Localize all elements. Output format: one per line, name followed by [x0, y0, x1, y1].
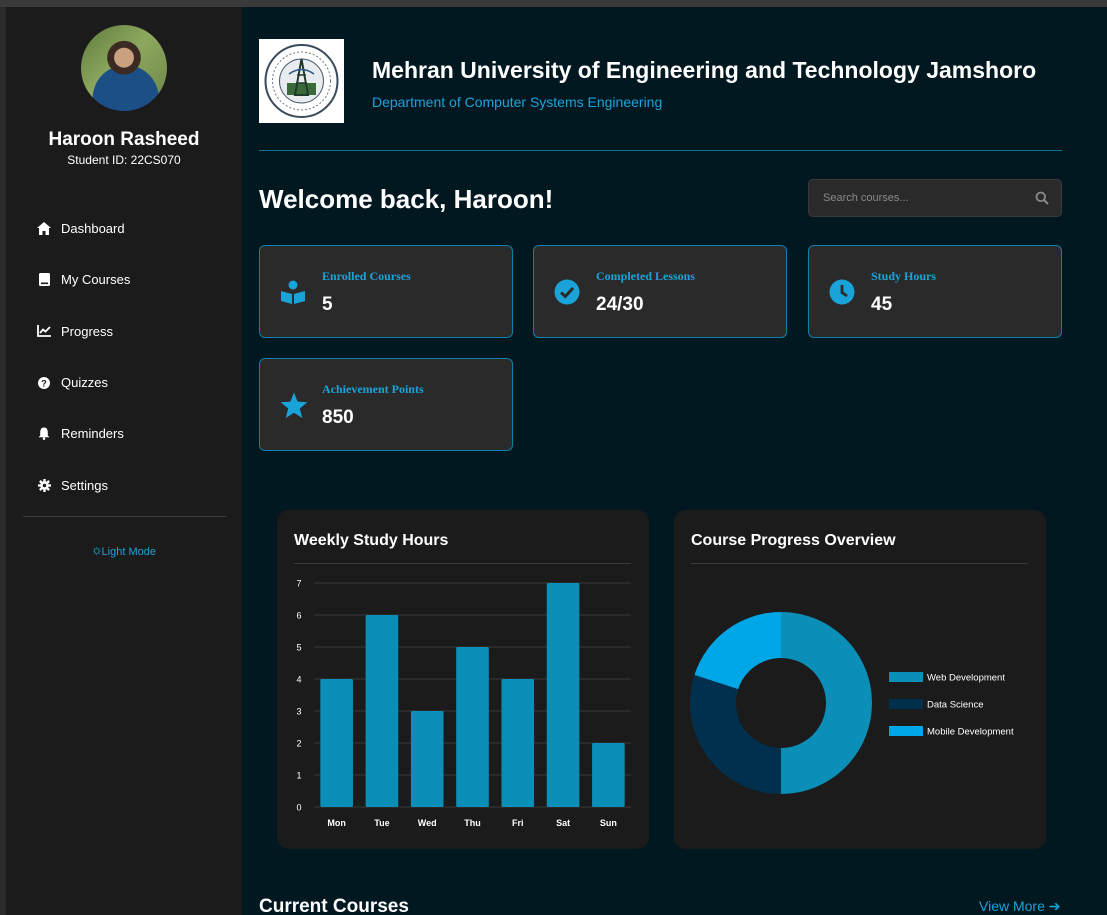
- legend-label: Data Science: [927, 700, 984, 711]
- window-top-bar: [0, 0, 1107, 7]
- x-tick-label: Thu: [464, 818, 481, 828]
- star-icon: [280, 392, 308, 418]
- y-tick-label: 0: [296, 803, 301, 813]
- legend-label: Mobile Development: [927, 727, 1014, 738]
- stat-card-enrolled-courses[interactable]: Enrolled Courses 5: [259, 245, 513, 338]
- y-tick-label: 5: [296, 643, 301, 653]
- stat-card-completed-lessons[interactable]: Completed Lessons 24/30: [533, 245, 787, 338]
- y-tick-label: 6: [296, 611, 301, 621]
- question-circle-icon: ?: [36, 375, 52, 391]
- sidebar-item-progress[interactable]: Progress: [6, 306, 242, 357]
- stat-value: 24/30: [596, 294, 644, 315]
- y-tick-label: 4: [296, 675, 301, 685]
- student-id: Student ID: 22CS070: [67, 153, 181, 167]
- sidebar-item-label: Reminders: [61, 426, 124, 442]
- chart-line-icon: [36, 323, 52, 339]
- sidebar-divider: [23, 516, 226, 517]
- svg-text:?: ?: [41, 378, 47, 388]
- sidebar-item-settings[interactable]: Settings: [6, 459, 242, 510]
- department-name: Department of Computer Systems Engineeri…: [372, 94, 663, 110]
- sidebar-item-dashboard[interactable]: Dashboard: [6, 203, 242, 254]
- legend-swatch: [889, 699, 923, 709]
- sidebar-item-label: My Courses: [61, 272, 131, 288]
- stat-label: Study Hours: [871, 269, 937, 283]
- y-tick-label: 7: [296, 579, 301, 589]
- bar-mon: [320, 679, 353, 807]
- header-divider: [259, 150, 1062, 151]
- book-icon: [36, 272, 52, 288]
- legend-swatch: [889, 726, 923, 736]
- stat-label: Completed Lessons: [596, 269, 696, 283]
- legend-swatch: [889, 672, 923, 682]
- sidebar-nav: Dashboard My Courses Progress ? Quizzes …: [6, 203, 242, 511]
- bell-icon: [36, 426, 52, 442]
- x-tick-label: Sun: [600, 818, 617, 828]
- slice-web-development: [781, 612, 872, 794]
- home-icon: [36, 221, 52, 237]
- sidebar-item-reminders[interactable]: Reminders: [6, 408, 242, 459]
- x-tick-label: Sat: [556, 818, 570, 828]
- sidebar-item-my-courses[interactable]: My Courses: [6, 254, 242, 305]
- search-input[interactable]: Search courses...: [808, 179, 1062, 217]
- bar-thu: [456, 647, 489, 807]
- stat-label: Enrolled Courses: [322, 269, 411, 283]
- avatar[interactable]: [81, 25, 167, 111]
- weekly-study-hours-panel: Weekly Study Hours 0 1 2 3 4 5 6 7 Mon Tue Wed Thu F…: [277, 510, 649, 849]
- x-tick-label: Tue: [374, 818, 389, 828]
- stat-value: 5: [322, 294, 333, 315]
- stat-value: 45: [871, 294, 893, 315]
- y-tick-label: 1: [296, 771, 301, 781]
- gear-icon: [36, 477, 52, 493]
- y-tick-label: 2: [296, 739, 301, 749]
- stat-card-achievement-points[interactable]: Achievement Points 850: [259, 358, 513, 451]
- slice-data-science: [690, 674, 781, 794]
- course-progress-panel: Course Progress Overview Web Development…: [674, 510, 1046, 849]
- book-reader-icon: [280, 279, 306, 305]
- sidebar-item-label: Settings: [61, 477, 108, 493]
- bar-wed: [410, 711, 444, 807]
- search-placeholder: Search courses...: [823, 192, 909, 204]
- view-more-link[interactable]: View More ➔: [979, 898, 1061, 915]
- stat-card-study-hours[interactable]: Study Hours 45: [808, 245, 1062, 338]
- stat-value: 850: [322, 407, 354, 428]
- legend-label: Web Development: [927, 673, 1005, 684]
- light-mode-toggle[interactable]: 🌣Light Mode: [6, 543, 242, 562]
- sidebar-item-label: Dashboard: [61, 221, 125, 237]
- sidebar-item-label: Quizzes: [61, 375, 108, 391]
- current-courses-heading: Current Courses: [259, 896, 409, 915]
- stat-label: Achievement Points: [322, 382, 424, 396]
- welcome-heading: Welcome back, Haroon!: [259, 184, 554, 214]
- search-icon[interactable]: [1035, 191, 1049, 205]
- sidebar-item-label: Progress: [61, 323, 114, 339]
- x-tick-label: Fri: [512, 818, 524, 828]
- x-tick-label: Mon: [327, 818, 346, 828]
- bar-sun: [592, 743, 625, 807]
- x-tick-label: Wed: [418, 818, 437, 828]
- sidebar: Haroon Rasheed Student ID: 22CS070 Dashb…: [6, 7, 242, 915]
- user-name: Haroon Rasheed: [48, 129, 200, 150]
- course-progress-chart: Web Development Data Science Mobile Develo…: [690, 612, 1014, 794]
- bar-fri: [501, 679, 535, 807]
- main-content: Mehran University of Engineering and Tec…: [242, 7, 1107, 915]
- check-circle-icon: [554, 279, 580, 305]
- slice-mobile-development: [694, 612, 781, 690]
- weekly-study-hours-chart: 0 1 2 3 4 5 6 7 Mon Tue Wed Thu Fri Sat Sun: [296, 579, 631, 828]
- clock-icon: [829, 279, 855, 305]
- y-tick-label: 3: [296, 707, 301, 717]
- sidebar-item-quizzes[interactable]: ? Quizzes: [6, 357, 242, 408]
- university-title: Mehran University of Engineering and Tec…: [372, 57, 1037, 83]
- university-logo: [259, 39, 344, 123]
- bar-sat: [546, 583, 580, 807]
- bar-tue: [365, 615, 399, 807]
